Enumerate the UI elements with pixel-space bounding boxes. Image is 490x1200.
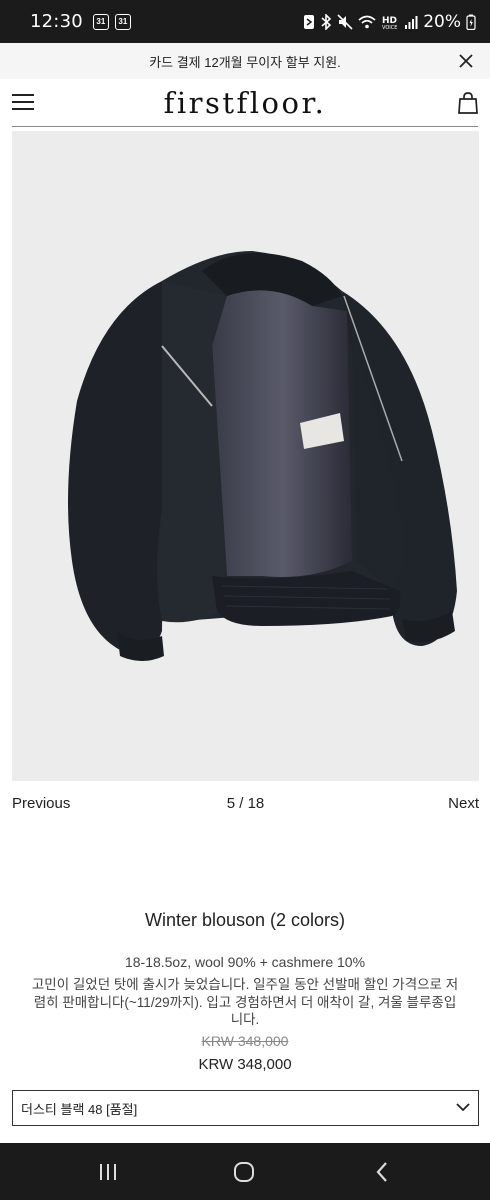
product-spec: 18-18.5oz, wool 90% + cashmere 10% xyxy=(124,954,366,970)
announcement-bar: 카드 결제 12개월 무이자 할부 지원. xyxy=(0,43,490,79)
battery-percent: 20% xyxy=(423,11,461,32)
wifi-icon xyxy=(358,15,376,28)
current-price: KRW 348,000 xyxy=(198,1056,292,1073)
system-nav-bar xyxy=(0,1143,490,1200)
bluetooth-icon xyxy=(321,13,332,30)
shopping-bag-icon[interactable] xyxy=(458,91,478,114)
product-image[interactable] xyxy=(12,131,479,781)
gallery-counter: 5 / 18 xyxy=(226,795,265,812)
description-line: 렴히 판매합니다(~11/29까지). 입고 경험하면서 더 애착이 갈, 겨울… xyxy=(33,994,457,1010)
gallery-pager: Previous 5 / 18 Next xyxy=(12,795,479,815)
calendar-icon: 31 xyxy=(114,13,131,30)
option-selected-value: 더스티 블랙 48 [품절] xyxy=(21,1101,138,1117)
svg-text:VOICE: VOICE xyxy=(382,25,397,30)
status-bar: 12:30 31 31 HD VOICE 20% xyxy=(0,0,490,43)
chevron-down-icon xyxy=(456,1103,470,1112)
site-logo[interactable]: firstfloor. xyxy=(12,86,478,120)
menu-icon[interactable] xyxy=(12,93,34,112)
battery-icon xyxy=(466,14,476,30)
close-icon[interactable] xyxy=(456,51,476,71)
calendar-icon: 31 xyxy=(92,13,109,30)
announcement-text: 카드 결제 12개월 무이자 할부 지원. xyxy=(149,54,341,70)
status-time: 12:30 xyxy=(30,11,83,32)
product-title: Winter blouson (2 colors) xyxy=(144,910,346,930)
original-price: KRW 348,000 xyxy=(201,1033,289,1049)
mute-icon xyxy=(337,13,353,30)
signal-icon xyxy=(405,15,418,29)
back-icon[interactable] xyxy=(369,1159,395,1185)
product-description: 고민이 길었던 탓에 출시가 늦었습니다. 일주일 동안 선발매 할인 가격으로… xyxy=(12,976,478,1029)
option-select[interactable]: 더스티 블랙 48 [품절] xyxy=(12,1090,479,1126)
site-header: firstfloor. xyxy=(12,79,478,127)
description-line: 고민이 길었던 탓에 출시가 늦었습니다. 일주일 동안 선발매 할인 가격으로… xyxy=(31,977,459,992)
home-icon[interactable] xyxy=(231,1159,257,1185)
recent-apps-icon[interactable] xyxy=(95,1159,121,1185)
hd-voice-icon: HDVOICE xyxy=(382,16,397,30)
nfc-icon xyxy=(304,14,315,29)
next-button[interactable]: Next xyxy=(448,795,479,812)
description-line: 니다. xyxy=(230,1012,260,1027)
jacket-illustration xyxy=(68,251,457,661)
